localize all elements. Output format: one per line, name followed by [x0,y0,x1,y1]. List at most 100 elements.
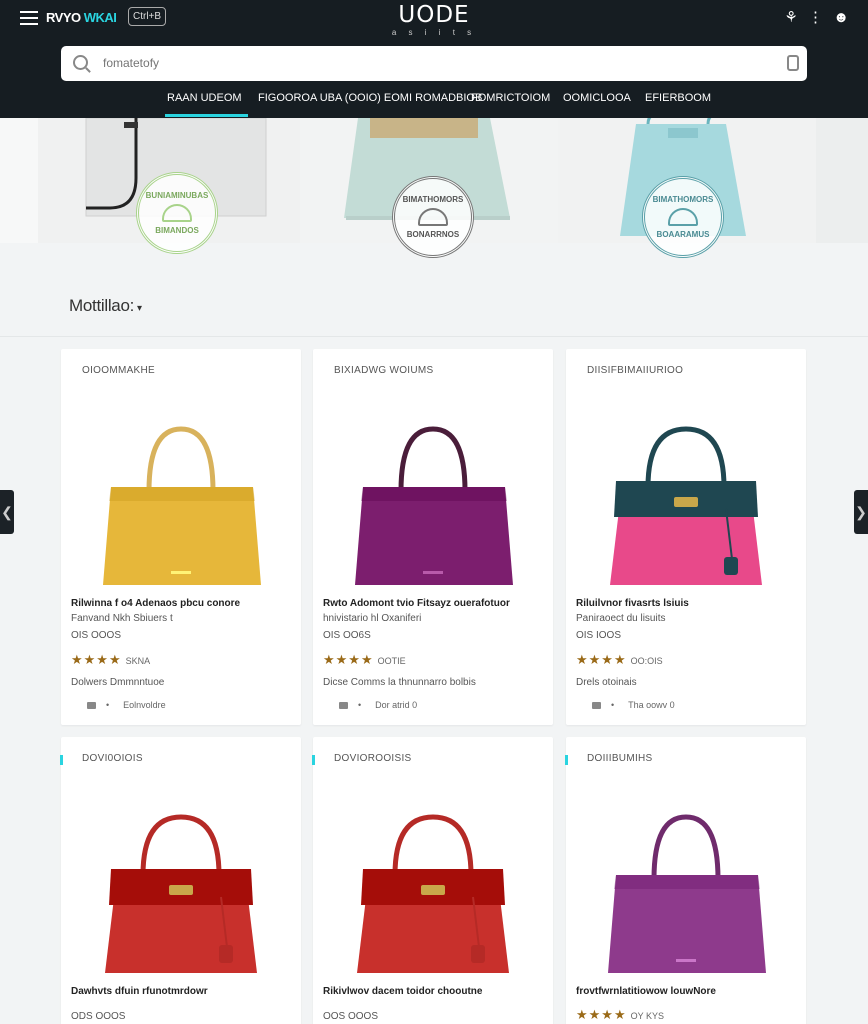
chat-icon[interactable] [592,702,601,710]
stamp-dome-icon [668,208,698,226]
bag-icon[interactable] [787,55,799,71]
site-logo[interactable]: UODE a s i i t s [385,2,483,37]
product-actions[interactable]: • Tha oowv 0 [592,700,675,710]
nav-item-4[interactable]: OOMICLOOA [563,92,631,104]
stamp-bottom-text: BOAARAMUS [656,230,710,239]
hero-slide-3[interactable]: BIMATHOMORS BOAARAMUS [558,112,816,258]
action-separator: • [106,700,110,710]
product-image [610,426,762,585]
product-category: OIOOMMAKHE [82,365,156,376]
chevron-left-icon: ❮ [1,503,13,520]
product-category: DOVI0OIOIS [82,753,143,764]
product-category: DIISIFBIMAIIURIOO [587,365,684,376]
brand-badge[interactable]: Ctrl+B [128,7,167,26]
product-category: DOIIIBUMIHS [587,753,653,764]
carousel-prev-button[interactable]: ❮ [0,490,14,534]
product-category: BIXIADWG WOIUMS [334,365,434,376]
product-price: ODS OOOS [71,1011,126,1022]
hero-slide-1[interactable]: BUNIAMINUBAS BIMANDOS [38,117,300,254]
stamp-dome-icon [162,204,192,222]
product-title[interactable]: Rikivlwov dacem toidor chooutne [323,986,547,997]
section-title[interactable]: Mottillao: ▾ [69,296,142,316]
chat-icon[interactable] [87,702,96,710]
stamp-top-text: BIMATHOMORS [402,195,464,204]
product-title[interactable]: Rilwinna f o4 Adenaos pbcu conore [71,598,295,609]
stamp-top-text: BUNIAMINUBAS [145,191,209,200]
star-icons: ★★★★ [576,652,627,667]
brand-name-part: RVYO [46,10,81,25]
hero-stamp-2: BIMATHOMORS BONARRNOS [392,176,474,258]
product-stock: Dicse Comms la thnunnarro bolbis [323,677,476,688]
product-card[interactable]: DOVI0OIOIS Dawhvts dfuin rfunotmrdowr OD… [60,737,301,1024]
product-price: OIS OOOS [71,630,122,641]
stamp-bottom-text: BIMANDOS [155,226,199,235]
product-card[interactable]: DOIIIBUMIHS frovtfwrnlatitiowow louwNore… [565,737,806,1024]
star-icons: ★★★★ [323,652,374,667]
product-stock: Dolwers Dmmnntuoe [71,677,165,688]
carousel-next-button[interactable]: ❯ [854,490,868,534]
product-image [608,814,766,973]
product-stock: Drels otoinais [576,677,637,688]
rating-count: OO:OIS [630,656,663,666]
nav-item-1[interactable]: RAAN UDEOM [165,92,248,117]
action-separator: • [358,700,362,710]
hero-stamp-1: BUNIAMINUBAS BIMANDOS [136,172,218,254]
brand-name-accent: WKAI [83,10,117,25]
star-icons: ★★★★ [71,652,122,667]
product-category: DOVIOROOISIS [334,753,412,764]
product-title[interactable]: Riluilvnor fivasrts lsiuis [576,598,800,609]
product-subtitle: Fanvand Nkh Sbiuers t [71,613,173,624]
rating-count: SKNA [125,656,151,666]
action-label[interactable]: Eolnvoldre [123,700,166,710]
product-subtitle: hnivistario hl Oxaniferi [323,613,422,624]
nav-item-5[interactable]: EFIERBOOM [645,92,711,104]
top-header: RVYO WKAI Ctrl+B UODE a s i i t s ⚘ ⋮ ☻ … [0,0,868,118]
product-card[interactable]: BIXIADWG WOIUMS Rwto Adomont tvio Fitsay… [313,349,553,725]
chevron-right-icon: ❯ [855,503,867,520]
product-card[interactable]: DOVIOROOISIS Rikivlwov dacem toidor choo… [312,737,553,1024]
product-rating: ★★★★ OY KYS [576,1007,664,1023]
rating-count: OOTIE [377,656,406,666]
product-subtitle: Paniraoect du lisuits [576,613,666,624]
hero-slide-edge [816,118,868,243]
product-card[interactable]: OIOOMMAKHE Rilwinna f o4 Adenaos pbcu co… [61,349,301,725]
product-image [103,426,261,585]
product-price: OIS IOOS [576,630,622,641]
stamp-bottom-text: BONARRNOS [406,230,460,239]
product-card[interactable]: DIISIFBIMAIIURIOO Riluilvnor fivasrts ls… [566,349,806,725]
product-price: OOS OOOS [323,1011,379,1022]
product-image [355,426,513,585]
logo-subtext: a s i i t s [391,28,477,37]
hero-stamp-3: BIMATHOMORS BOAARAMUS [642,176,724,258]
nav-item-2[interactable]: FIGOOROA UBA (OOIO) EOMI ROMADBIOB [258,92,482,104]
stamp-top-text: BIMATHOMORS [652,195,714,204]
chevron-down-icon: ▾ [137,303,142,314]
product-image [357,814,509,973]
star-icons: ★★★★ [576,1007,627,1022]
action-separator: • [611,700,615,710]
action-label[interactable]: Tha oowv 0 [628,700,675,710]
rating-count: OY KYS [630,1011,664,1021]
menu-icon[interactable] [20,11,38,25]
account-icons[interactable]: ⚘ ⋮ ☻ [784,8,852,26]
stamp-dome-icon [418,208,448,226]
hero-slide-2[interactable]: BIMATHOMORS BONARRNOS [300,118,558,258]
category-marker [60,755,63,765]
main-nav: RAAN UDEOM FIGOOROA UBA (OOIO) EOMI ROMA… [0,88,868,118]
category-marker [565,755,568,765]
search-bar[interactable] [61,46,807,81]
product-title[interactable]: frovtfwrnlatitiowow louwNore [576,986,800,997]
search-input[interactable] [103,52,763,74]
brand-name[interactable]: RVYO WKAI [46,10,117,25]
section-title-text: Mottillao: [69,296,135,315]
product-actions[interactable]: • Dor atrid 0 [339,700,417,710]
product-actions[interactable]: • Eolnvoldre [87,700,166,710]
action-label[interactable]: Dor atrid 0 [375,700,417,710]
chat-icon[interactable] [339,702,348,710]
nav-item-3[interactable]: FOMRICTOIOM [471,92,550,104]
hero-banner[interactable]: BUNIAMINUBAS BIMANDOS BIMATHOMORS BONARR… [0,112,868,258]
product-title[interactable]: Dawhvts dfuin rfunotmrdowr [71,986,295,997]
product-price: OIS OO6S [323,630,371,641]
product-title[interactable]: Rwto Adomont tvio Fitsayz ouerafotuor [323,598,547,609]
search-icon[interactable] [73,55,88,70]
